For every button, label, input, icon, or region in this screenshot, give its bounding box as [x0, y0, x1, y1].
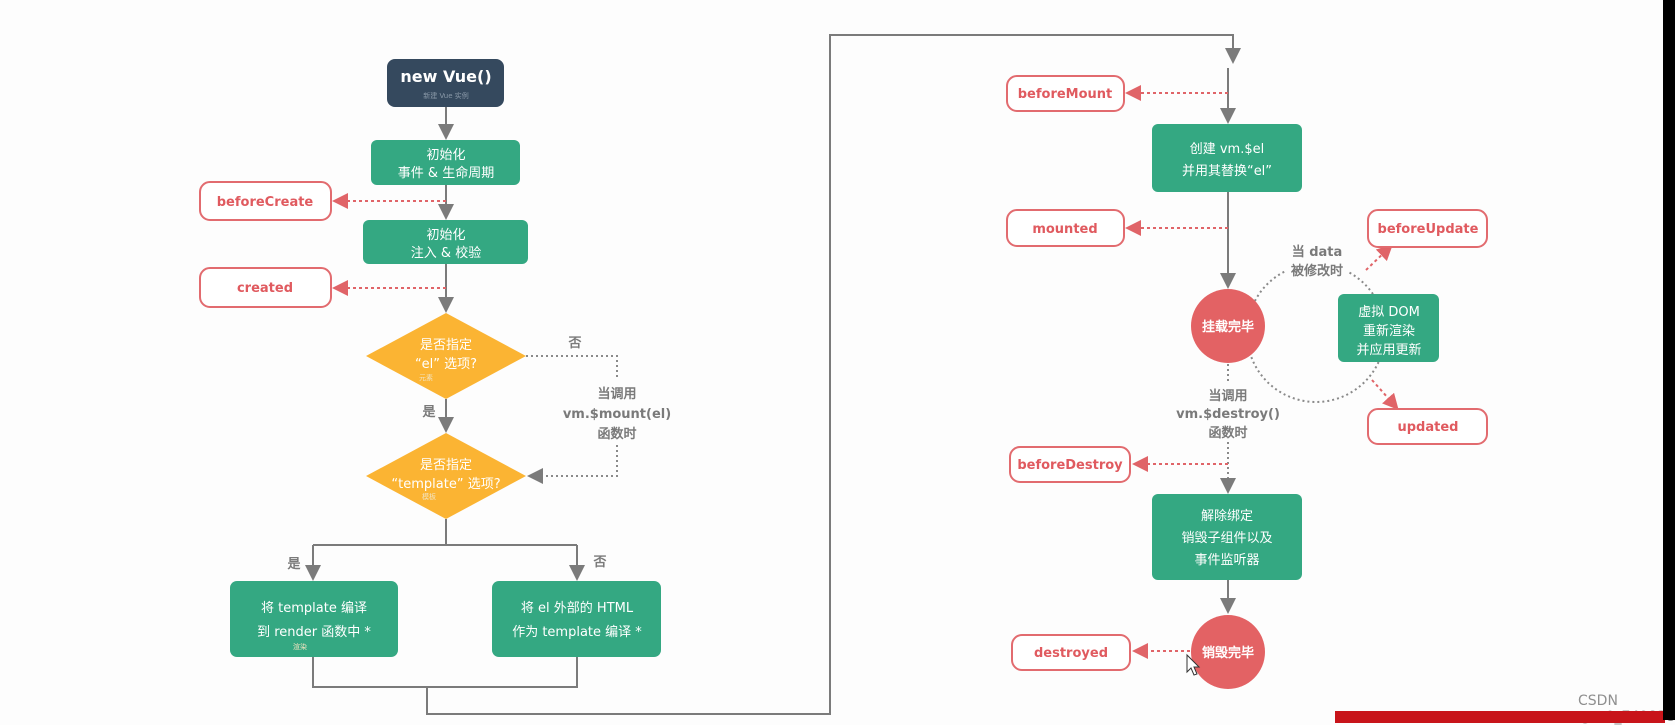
template-question-line2: “template” 选项?: [391, 477, 500, 492]
teardown-line3: 事件监听器: [1194, 553, 1259, 568]
teardown-node: 解除绑定 销毁子组件以及 事件监听器: [1152, 494, 1302, 580]
mounted-state-node: 挂载完毕: [1191, 289, 1265, 363]
hook-label: mounted: [1032, 222, 1097, 237]
new-vue-node: new Vue() 新建 Vue 实例: [387, 59, 504, 107]
init-events-node: 初始化 事件 & 生命周期: [371, 140, 520, 185]
black-edge-bar: [1663, 0, 1675, 720]
virtual-dom-line2: 重新渲染: [1363, 323, 1415, 339]
compile-template-line2: 到 render 函数中 *: [257, 625, 371, 640]
hook-beforeMount: beforeMount: [1006, 75, 1125, 112]
create-el-node: 创建 vm.$el 并用其替换“el”: [1152, 124, 1302, 192]
red-banner: [1335, 711, 1665, 723]
yes-label: 是: [421, 405, 436, 420]
hook-mounted: mounted: [1006, 209, 1125, 247]
el-question-line2: “el” 选项?: [415, 357, 477, 372]
hook-beforeUpdate: beforeUpdate: [1367, 209, 1488, 248]
destroy-call-line2: vm.$destroy(): [1176, 407, 1280, 422]
compile-outer-html-node: 将 el 外部的 HTML 作为 template 编译 *: [492, 581, 661, 657]
yes-label: 是: [286, 557, 301, 572]
hook-label: beforeCreate: [217, 195, 314, 210]
no-label: 否: [567, 336, 581, 351]
hook-label: beforeDestroy: [1017, 458, 1123, 473]
hook-created: created: [199, 267, 332, 308]
hook-beforeDestroy: beforeDestroy: [1009, 446, 1131, 483]
compile-template-node: 将 template 编译 到 render 函数中 * 渲染: [230, 581, 398, 657]
compile-outer-html-line2: 作为 template 编译 *: [512, 625, 642, 640]
new-vue-title: new Vue(): [400, 67, 491, 86]
init-inject-line1: 初始化: [426, 228, 465, 243]
create-el-line2: 并用其替换“el”: [1182, 164, 1272, 179]
hook-updated: updated: [1367, 408, 1488, 445]
virtual-dom-node: 虚拟 DOM 重新渲染 并应用更新: [1338, 294, 1439, 362]
data-changed-line2: 被修改时: [1290, 263, 1343, 279]
hook-label: destroyed: [1034, 646, 1108, 661]
hook-label: beforeUpdate: [1378, 222, 1479, 237]
data-changed-note: 当 data 被修改时: [1285, 238, 1349, 279]
hook-label: updated: [1398, 420, 1459, 435]
init-events-line2: 事件 & 生命周期: [398, 165, 494, 181]
mounted-state-label: 挂载完毕: [1202, 319, 1254, 335]
mount-call-note: 当调用 vm.$mount(el) 函数时: [563, 386, 671, 442]
vue-lifecycle-diagram: new Vue() 新建 Vue 实例 初始化 事件 & 生命周期 初始化 注入…: [199, 34, 1488, 715]
compile-template-line1: 将 template 编译: [261, 601, 367, 616]
destroy-call-note: 当调用 vm.$destroy() 函数时: [1176, 388, 1280, 441]
template-option-decision: 是否指定 “template” 选项? 模板: [366, 433, 526, 519]
destroy-call-line3: 函数时: [1208, 425, 1247, 441]
teardown-line2: 销毁子组件以及: [1181, 531, 1272, 546]
init-events-line1: 初始化: [426, 148, 465, 163]
virtual-dom-line3: 并应用更新: [1356, 342, 1421, 358]
init-inject-node: 初始化 注入 & 校验: [363, 220, 528, 264]
compile-outer-html-line1: 将 el 外部的 HTML: [521, 600, 634, 616]
hook-destroyed: destroyed: [1011, 634, 1131, 671]
mount-call-line2: vm.$mount(el): [563, 407, 671, 422]
mount-call-line1: 当调用: [597, 386, 636, 402]
template-question-note: 模板: [422, 492, 436, 501]
virtual-dom-line1: 虚拟 DOM: [1358, 305, 1420, 320]
init-inject-line2: 注入 & 校验: [411, 245, 481, 261]
mount-call-line3: 函数时: [597, 426, 636, 442]
el-question-line1: 是否指定: [420, 338, 472, 353]
hook-beforeCreate: beforeCreate: [199, 181, 332, 221]
destroyed-state-label: 销毁完毕: [1202, 645, 1254, 661]
el-question-note: 元素: [419, 373, 433, 382]
hook-label: beforeMount: [1018, 87, 1113, 102]
hook-label: created: [237, 281, 293, 296]
compile-template-note: 渲染: [293, 642, 307, 651]
destroy-call-line1: 当调用: [1208, 388, 1247, 404]
destroyed-state-node: 销毁完毕: [1191, 615, 1265, 689]
create-el-line1: 创建 vm.$el: [1190, 142, 1265, 157]
no-label: 否: [592, 555, 606, 570]
el-option-decision: 是否指定 “el” 选项? 元素: [366, 313, 526, 399]
teardown-line1: 解除绑定: [1201, 509, 1253, 524]
data-changed-line1: 当 data: [1292, 244, 1343, 260]
new-vue-subtitle: 新建 Vue 实例: [423, 91, 469, 100]
template-question-line1: 是否指定: [420, 458, 472, 473]
